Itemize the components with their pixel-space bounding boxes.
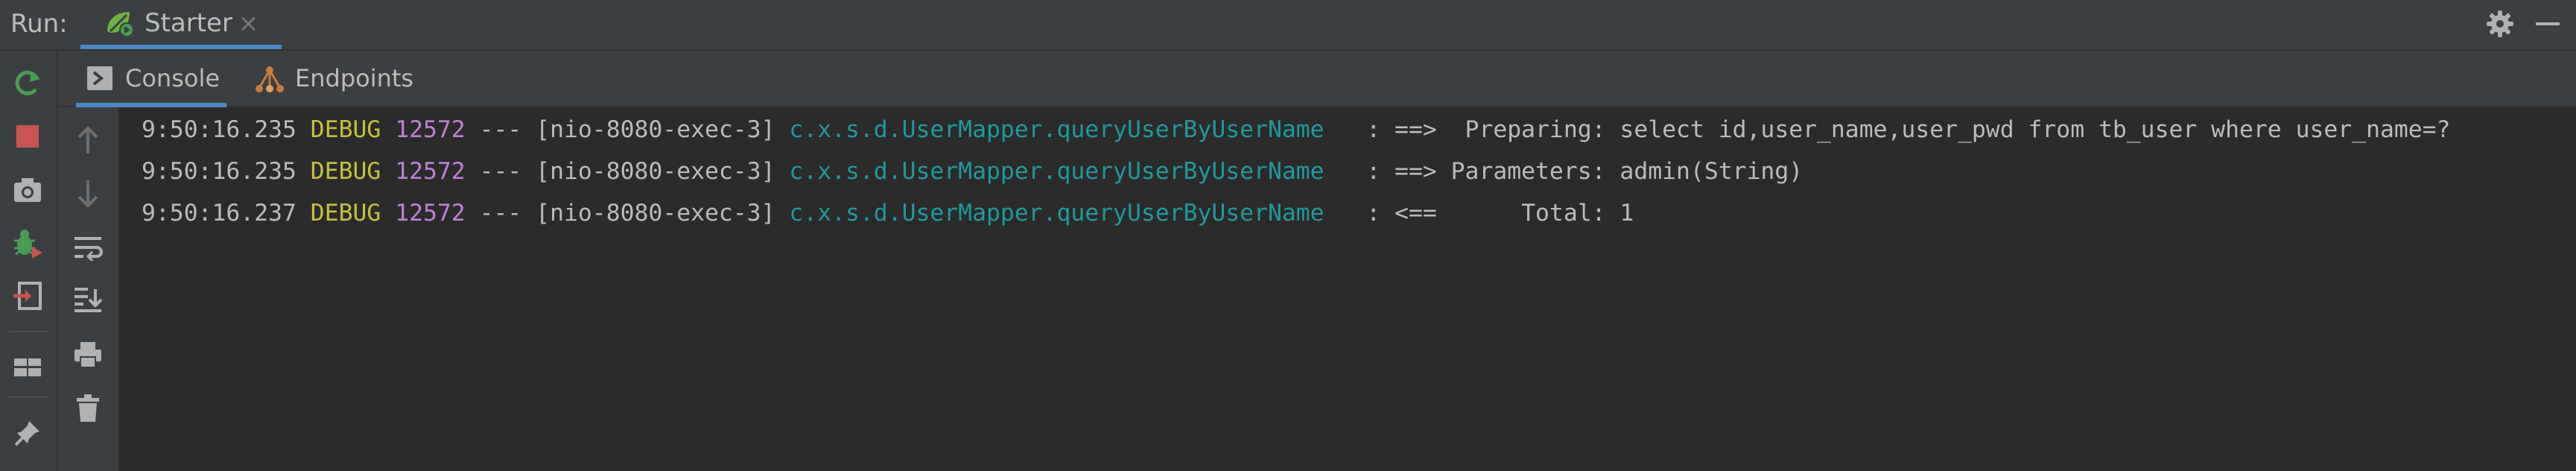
log-pid: 12572 (395, 158, 466, 185)
console-output[interactable]: 9:50:16.235 DEBUG 12572 --- [nio-8080-ex… (119, 107, 2576, 471)
log-level: DEBUG (310, 158, 381, 185)
tab-endpoints[interactable]: Endpoints (250, 51, 429, 107)
print-icon[interactable] (72, 338, 104, 371)
stop-icon[interactable] (10, 119, 45, 154)
log-line: 9:50:16.237 DEBUG 12572 --- [nio-8080-ex… (142, 198, 1634, 228)
rerun-icon[interactable] (10, 66, 45, 100)
log-pid: 12572 (395, 116, 466, 143)
log-message: : <== Total: 1 (1338, 200, 1634, 227)
scroll-to-end-icon[interactable] (72, 283, 104, 316)
spring-boot-run-icon (103, 9, 137, 39)
exit-icon[interactable] (10, 279, 45, 313)
run-left-toolbar (0, 51, 58, 471)
debug-restart-icon[interactable] (10, 227, 45, 261)
soft-wrap-icon[interactable] (72, 231, 104, 264)
log-thread: --- [nio-8080-exec-3] (479, 200, 775, 227)
log-message: : ==> Parameters: admin(String) (1338, 158, 1803, 185)
log-thread: --- [nio-8080-exec-3] (479, 116, 775, 143)
log-thread: --- [nio-8080-exec-3] (479, 158, 775, 185)
camera-icon[interactable] (10, 173, 45, 207)
pin-icon[interactable] (10, 416, 45, 450)
console-icon (86, 66, 113, 91)
toolbar-separator (9, 331, 48, 332)
trash-icon[interactable] (72, 392, 104, 425)
run-tab-label: Starter (145, 8, 232, 38)
tab-console[interactable]: Console (76, 51, 226, 107)
toolbar-separator (9, 396, 48, 398)
endpoints-icon (253, 66, 286, 92)
run-tab-starter[interactable]: Starter × (80, 0, 282, 49)
gear-icon[interactable] (2484, 7, 2516, 40)
log-message: : ==> Preparing: select id,user_name,use… (1338, 116, 2451, 143)
log-time: 9:50:16.235 (142, 116, 296, 143)
log-level: DEBUG (310, 116, 381, 143)
console-toolbar (58, 107, 119, 471)
log-time: 9:50:16.235 (142, 158, 296, 185)
log-logger-link[interactable]: c.x.s.d.UserMapper.queryUserByUserName (789, 158, 1324, 185)
up-arrow-icon[interactable] (72, 124, 104, 157)
log-line: 9:50:16.235 DEBUG 12572 --- [nio-8080-ex… (142, 157, 1803, 186)
log-line: 9:50:16.235 DEBUG 12572 --- [nio-8080-ex… (142, 115, 2450, 145)
down-arrow-icon[interactable] (72, 177, 104, 210)
log-level: DEBUG (310, 200, 381, 227)
tab-endpoints-label: Endpoints (295, 64, 414, 92)
log-pid: 12572 (395, 200, 466, 227)
minimize-icon[interactable] (2536, 22, 2560, 25)
layout-icon[interactable] (10, 350, 45, 385)
log-time: 9:50:16.237 (142, 200, 296, 227)
run-subtabs: Console Endpoints (58, 51, 2576, 107)
run-toolwindow-header: Run: Starter × (0, 0, 2576, 51)
log-logger-link[interactable]: c.x.s.d.UserMapper.queryUserByUserName (789, 116, 1324, 143)
tab-console-label: Console (125, 64, 221, 92)
log-logger-link[interactable]: c.x.s.d.UserMapper.queryUserByUserName (789, 200, 1324, 227)
run-label: Run: (10, 9, 68, 39)
close-icon[interactable]: × (238, 8, 258, 38)
